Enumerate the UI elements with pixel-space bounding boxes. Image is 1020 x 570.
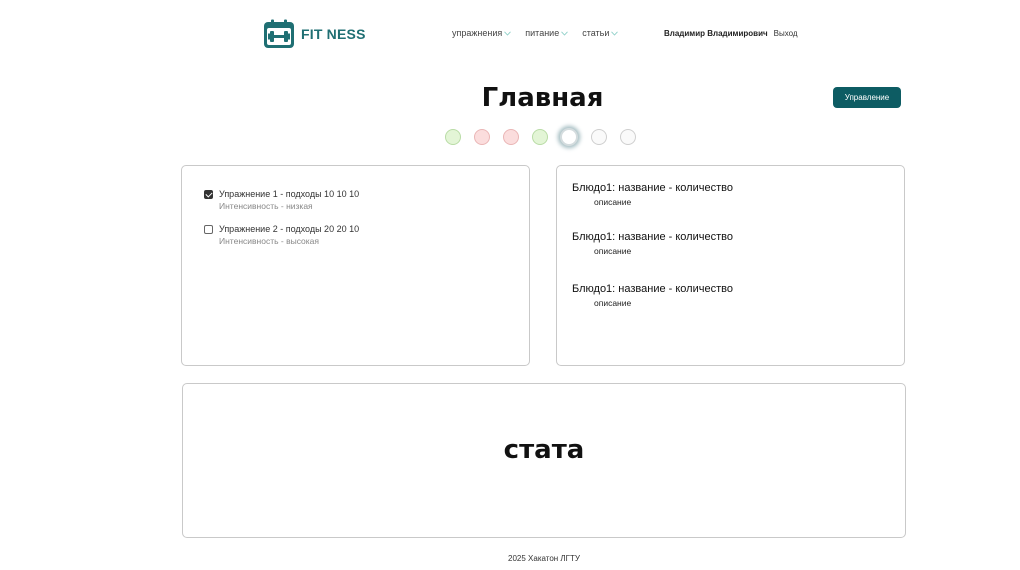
nav-articles-label: статьи xyxy=(582,28,610,38)
meal-title: Блюдо1: название - количество xyxy=(572,231,733,243)
meal-title: Блюдо1: название - количество xyxy=(572,283,733,295)
exercise-item: Упражнение 1 - подходы 10 10 10 Интенсив… xyxy=(204,189,359,211)
stats-panel: стата xyxy=(182,383,906,538)
exercise-checkbox[interactable] xyxy=(204,225,213,234)
meal-item: Блюдо1: название - количество описание xyxy=(572,182,733,207)
day-indicator[interactable] xyxy=(474,129,490,145)
chevron-down-icon xyxy=(611,30,619,36)
day-indicator[interactable] xyxy=(591,129,607,145)
logo-text: FIT NESS xyxy=(301,26,366,42)
meal-item: Блюдо1: название - количество описание xyxy=(572,283,733,308)
nav-articles[interactable]: статьи xyxy=(582,28,619,38)
exercise-item: Упражнение 2 - подходы 20 20 10 Интенсив… xyxy=(204,224,359,246)
meal-description: описание xyxy=(594,298,632,308)
day-indicator[interactable] xyxy=(503,129,519,145)
day-indicator[interactable] xyxy=(620,129,636,145)
exercise-intensity: Интенсивность - низкая xyxy=(219,201,313,211)
main-nav: упражнения питание статьи xyxy=(452,28,619,38)
dumbbell-calendar-icon xyxy=(264,19,294,48)
exercise-intensity: Интенсивность - высокая xyxy=(219,236,320,246)
nav-exercises-label: упражнения xyxy=(452,28,503,38)
day-indicator-active[interactable] xyxy=(560,128,578,146)
nav-nutrition-label: питание xyxy=(525,28,560,38)
meals-panel: Блюдо1: название - количество описание Б… xyxy=(556,165,905,366)
exercise-title: Упражнение 2 - подходы 20 20 10 xyxy=(219,224,360,234)
user-area: Владимир Владимирович Выход xyxy=(664,29,798,38)
stats-label: стата xyxy=(503,435,585,465)
exercises-panel: Упражнение 1 - подходы 10 10 10 Интенсив… xyxy=(181,165,530,366)
logo[interactable]: FIT NESS xyxy=(263,19,366,49)
logout-link[interactable]: Выход xyxy=(774,29,798,38)
day-indicator[interactable] xyxy=(445,129,461,145)
manage-button[interactable]: Управление xyxy=(833,87,901,108)
meal-description: описание xyxy=(594,197,632,207)
nav-nutrition[interactable]: питание xyxy=(525,28,569,38)
meal-item: Блюдо1: название - количество описание xyxy=(572,231,733,256)
footer-text: 2025 Хакатон ЛГТУ xyxy=(508,554,580,563)
exercise-checkbox[interactable] xyxy=(204,190,213,199)
meal-title: Блюдо1: название - количество xyxy=(572,182,733,194)
chevron-down-icon xyxy=(561,30,569,36)
chevron-down-icon xyxy=(504,30,512,36)
exercise-title: Упражнение 1 - подходы 10 10 10 xyxy=(219,189,360,199)
day-indicator[interactable] xyxy=(532,129,548,145)
meal-description: описание xyxy=(594,246,632,256)
user-name[interactable]: Владимир Владимирович xyxy=(664,29,768,38)
nav-exercises[interactable]: упражнения xyxy=(452,28,512,38)
